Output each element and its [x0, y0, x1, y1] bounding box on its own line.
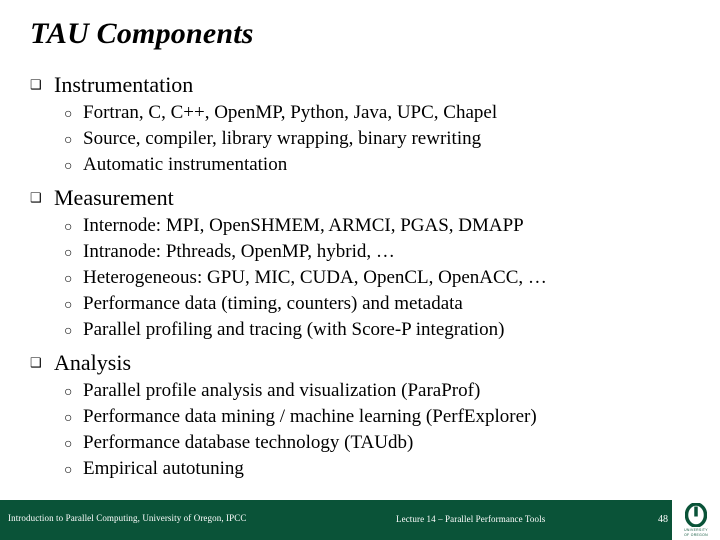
uo-o-icon [685, 502, 707, 527]
circle-bullet-icon: ○ [64, 298, 73, 313]
logo-caption-line2: OF OREGON [684, 533, 708, 537]
bullet-level2: ○ Parallel profile analysis and visualiz… [0, 378, 720, 404]
bullet-level2-label: Fortran, C, C++, OpenMP, Python, Java, U… [83, 102, 498, 123]
bullet-level2-label: Automatic instrumentation [83, 154, 288, 175]
circle-bullet-icon: ○ [64, 246, 73, 261]
circle-bullet-icon: ○ [64, 411, 73, 426]
bullet-level2-label: Parallel profile analysis and visualizat… [83, 380, 481, 401]
square-bullet-icon: ❑ [30, 190, 42, 205]
logo-caption-line1: UNIVERSITY [684, 527, 708, 532]
bullet-level2-label: Performance data mining / machine learni… [83, 406, 537, 427]
bullet-level2: ○ Internode: MPI, OpenSHMEM, ARMCI, PGAS… [0, 213, 720, 239]
bullet-level2: ○ Automatic instrumentation [0, 152, 720, 178]
bullet-level2-label: Internode: MPI, OpenSHMEM, ARMCI, PGAS, … [83, 215, 524, 236]
circle-bullet-icon: ○ [64, 272, 73, 287]
circle-bullet-icon: ○ [64, 385, 73, 400]
bullet-level2: ○ Intranode: Pthreads, OpenMP, hybrid, … [0, 239, 720, 265]
page-title: TAU Components [30, 17, 254, 50]
bullet-level2-label: Performance database technology (TAUdb) [83, 432, 414, 453]
square-bullet-icon: ❑ [30, 77, 42, 92]
slide-body: ❑ Instrumentation ○ Fortran, C, C++, Ope… [0, 70, 720, 482]
university-logo: UNIVERSITY OF OREGON [672, 500, 720, 540]
bullet-level2: ○ Parallel profiling and tracing (with S… [0, 317, 720, 343]
square-bullet-icon: ❑ [30, 355, 42, 370]
bullet-level1-measurement: ❑ Measurement [0, 183, 720, 213]
bullet-level2: ○ Performance data (timing, counters) an… [0, 291, 720, 317]
circle-bullet-icon: ○ [64, 437, 73, 452]
circle-bullet-icon: ○ [64, 159, 73, 174]
bullet-level2-label: Intranode: Pthreads, OpenMP, hybrid, … [83, 241, 395, 262]
footer-lecture-label: Lecture 14 – Parallel Performance Tools [396, 514, 546, 524]
circle-bullet-icon: ○ [64, 463, 73, 478]
slide-footer: Introduction to Parallel Computing, Univ… [0, 500, 720, 540]
slide: TAU Components ❑ Instrumentation ○ Fortr… [0, 0, 720, 540]
footer-course-label: Introduction to Parallel Computing, Univ… [8, 513, 247, 523]
bullet-level1-analysis: ❑ Analysis [0, 348, 720, 378]
bullet-level2: ○ Fortran, C, C++, OpenMP, Python, Java,… [0, 100, 720, 126]
bullet-level2-label: Heterogeneous: GPU, MIC, CUDA, OpenCL, O… [83, 267, 547, 288]
bullet-level2: ○ Heterogeneous: GPU, MIC, CUDA, OpenCL,… [0, 265, 720, 291]
circle-bullet-icon: ○ [64, 107, 73, 122]
bullet-group-instrumentation: ❑ Instrumentation ○ Fortran, C, C++, Ope… [0, 70, 720, 178]
circle-bullet-icon: ○ [64, 324, 73, 339]
bullet-level2-label: Source, compiler, library wrapping, bina… [83, 128, 482, 149]
bullet-level1-label: Analysis [54, 350, 131, 375]
bullet-level2-label: Parallel profiling and tracing (with Sco… [83, 319, 505, 340]
circle-bullet-icon: ○ [64, 220, 73, 235]
bullet-group-measurement: ❑ Measurement ○ Internode: MPI, OpenSHME… [0, 183, 720, 343]
bullet-level2-label: Performance data (timing, counters) and … [83, 293, 463, 314]
bullet-level2: ○ Source, compiler, library wrapping, bi… [0, 126, 720, 152]
bullet-level2-label: Empirical autotuning [83, 458, 244, 479]
bullet-group-analysis: ❑ Analysis ○ Parallel profile analysis a… [0, 348, 720, 482]
bullet-level1-instrumentation: ❑ Instrumentation [0, 70, 720, 100]
bullet-level2: ○ Performance data mining / machine lear… [0, 404, 720, 430]
bullet-level1-label: Instrumentation [54, 72, 194, 97]
slide-number: 48 [658, 514, 668, 525]
bullet-level2: ○ Empirical autotuning [0, 456, 720, 482]
bullet-level1-label: Measurement [54, 185, 174, 210]
circle-bullet-icon: ○ [64, 133, 73, 148]
bullet-level2: ○ Performance database technology (TAUdb… [0, 430, 720, 456]
